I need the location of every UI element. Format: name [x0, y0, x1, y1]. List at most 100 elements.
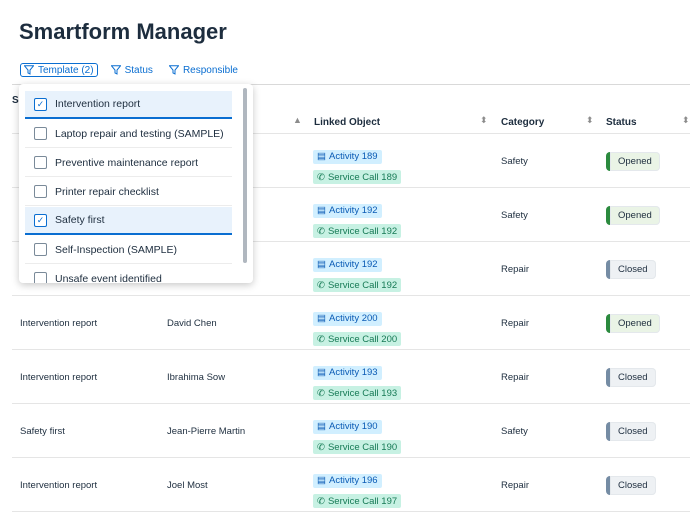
filter-icon — [168, 65, 179, 75]
linked-objects: ▤ Activity 190 ✆ Service Call 190 — [313, 416, 402, 457]
status-badge: Closed — [606, 476, 656, 495]
activity-tag[interactable]: ▤ Activity 189 — [313, 149, 382, 164]
option-label: Intervention report — [55, 98, 141, 110]
checkbox[interactable] — [34, 272, 47, 283]
checkbox[interactable] — [34, 127, 47, 140]
checked-checkbox[interactable]: ✓ — [34, 97, 47, 111]
activity-link: Activity 196 — [328, 475, 378, 486]
table-row[interactable]: Intervention report Ibrahima Sow ▤ Activi… — [12, 350, 690, 404]
template-option[interactable]: Unsafe event identified — [25, 265, 232, 283]
table-row[interactable]: Intervention report Joel Most ▤ Activity … — [12, 458, 690, 512]
linked-objects: ▤ Activity 200 ✆ Service Call 200 — [313, 308, 402, 349]
activity-tag[interactable]: ▤ Activity 200 — [313, 311, 382, 326]
template-cell: Intervention report — [20, 480, 98, 491]
service-call-link: Service Call 197 — [327, 495, 398, 507]
template-option[interactable]: Laptop repair and testing (SAMPLE) — [25, 120, 232, 148]
sort-icon[interactable]: ⬍ — [682, 115, 690, 126]
responsible-cell: Joel Most — [167, 480, 208, 491]
service-call-tag[interactable]: ✆ Service Call 192 — [313, 278, 402, 292]
clipboard-icon: ▤ — [317, 475, 326, 486]
checkbox[interactable] — [34, 243, 47, 256]
column-header-linked-object[interactable]: Linked Object — [314, 117, 380, 128]
sort-icon[interactable]: ⬍ — [480, 115, 488, 126]
status-badge: Opened — [606, 152, 660, 171]
sort-asc-icon[interactable]: ▲ — [293, 115, 302, 125]
service-call-link: Service Call 190 — [327, 441, 398, 453]
status-badge: Opened — [606, 314, 660, 333]
template-filter-button[interactable]: Template (2) — [20, 63, 98, 77]
service-call-link: Service Call 193 — [327, 387, 398, 399]
phone-icon: ✆ — [317, 495, 325, 507]
table-row[interactable]: Intervention report David Chen ▤ Activity… — [12, 296, 690, 350]
activity-link: Activity 193 — [328, 367, 378, 378]
service-call-tag[interactable]: ✆ Service Call 197 — [313, 494, 402, 508]
service-call-tag[interactable]: ✆ Service Call 190 — [313, 440, 402, 454]
service-call-tag[interactable]: ✆ Service Call 200 — [313, 332, 402, 346]
service-call-link: Service Call 192 — [327, 279, 398, 291]
clipboard-icon: ▤ — [317, 367, 326, 378]
template-filter-dropdown: ✓ Intervention report Laptop repair and … — [19, 84, 253, 283]
phone-icon: ✆ — [317, 441, 325, 453]
status-badge: Closed — [606, 260, 656, 279]
status-filter-button[interactable]: Status — [108, 63, 156, 77]
service-call-link: Service Call 200 — [327, 333, 398, 345]
status-filter-label: Status — [124, 64, 153, 76]
activity-tag[interactable]: ▤ Activity 193 — [313, 365, 382, 380]
checkbox[interactable] — [34, 185, 47, 198]
table-row[interactable]: Safety first Jean-Pierre Martin ▤ Activit… — [12, 404, 690, 458]
activity-link: Activity 200 — [328, 313, 378, 324]
option-label: Safety first — [55, 214, 105, 226]
category-cell: Repair — [501, 318, 529, 329]
phone-icon: ✆ — [317, 387, 325, 399]
service-call-tag[interactable]: ✆ Service Call 193 — [313, 386, 402, 400]
activity-link: Activity 192 — [328, 259, 378, 270]
activity-link: Activity 189 — [328, 151, 378, 162]
checked-checkbox[interactable]: ✓ — [34, 213, 47, 227]
responsible-cell: Jean-Pierre Martin — [167, 426, 246, 437]
page-title: Smartform Manager — [19, 19, 227, 44]
activity-link: Activity 192 — [328, 205, 378, 216]
checkbox[interactable] — [34, 156, 47, 169]
responsible-cell: David Chen — [167, 318, 217, 329]
template-option[interactable]: Printer repair checklist — [25, 178, 232, 206]
column-header-category[interactable]: Category — [501, 117, 544, 128]
option-label: Printer repair checklist — [55, 185, 159, 198]
option-label: Laptop repair and testing (SAMPLE) — [55, 127, 224, 140]
responsible-cell: Ibrahima Sow — [167, 372, 226, 383]
responsible-filter-button[interactable]: Responsible — [166, 63, 241, 77]
template-filter-label: Template (2) — [38, 64, 94, 76]
option-label: Preventive maintenance report — [55, 156, 198, 169]
category-cell: Safety — [501, 210, 528, 221]
column-header-status[interactable]: Status — [606, 117, 637, 128]
service-call-tag[interactable]: ✆ Service Call 189 — [313, 170, 402, 184]
linked-objects: ▤ Activity 192 ✆ Service Call 192 — [313, 200, 402, 241]
clipboard-icon: ▤ — [317, 151, 326, 162]
template-option[interactable]: ✓ Intervention report — [25, 91, 232, 119]
service-call-tag[interactable]: ✆ Service Call 192 — [313, 224, 402, 238]
filter-bar: Template (2) Status Responsible — [20, 63, 241, 77]
activity-link: Activity 190 — [328, 421, 378, 432]
filter-icon — [24, 65, 34, 75]
option-label: Unsafe event identified — [55, 272, 162, 284]
clipboard-icon: ▤ — [317, 313, 326, 324]
service-call-link: Service Call 189 — [327, 171, 398, 183]
category-cell: Safety — [501, 156, 528, 167]
phone-icon: ✆ — [317, 225, 325, 237]
activity-tag[interactable]: ▤ Activity 196 — [313, 473, 382, 488]
clipboard-icon: ▤ — [317, 259, 326, 270]
dropdown-scrollbar[interactable] — [243, 88, 247, 263]
linked-objects: ▤ Activity 196 ✆ Service Call 197 — [313, 470, 402, 511]
category-cell: Repair — [501, 264, 529, 275]
responsible-filter-label: Responsible — [182, 64, 238, 76]
template-option[interactable]: Preventive maintenance report — [25, 149, 232, 177]
category-cell: Repair — [501, 372, 529, 383]
template-option[interactable]: ✓ Safety first — [25, 207, 232, 235]
activity-tag[interactable]: ▤ Activity 190 — [313, 419, 382, 434]
activity-tag[interactable]: ▤ Activity 192 — [313, 203, 382, 218]
template-cell: Intervention report — [20, 372, 98, 383]
template-cell: Safety first — [20, 426, 65, 437]
status-badge: Opened — [606, 206, 660, 225]
activity-tag[interactable]: ▤ Activity 192 — [313, 257, 382, 272]
template-option[interactable]: Self-Inspection (SAMPLE) — [25, 236, 232, 264]
sort-icon[interactable]: ⬍ — [586, 115, 594, 126]
